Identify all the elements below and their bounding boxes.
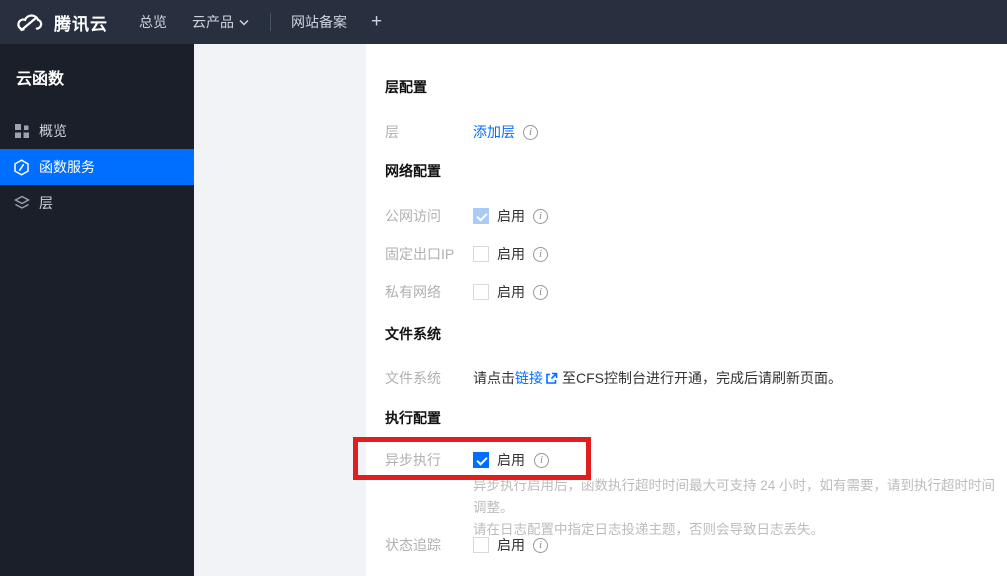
sidebar-menu: 概览 函数服务 层 (0, 113, 194, 221)
info-icon[interactable] (533, 537, 548, 553)
layer-label: 层 (385, 124, 399, 140)
tencent-cloud-console: 腾讯云 总览 云产品 网站备案 + 云函数 概览 函数服务 层 层配置 层 添加… (0, 0, 1007, 576)
settings-form: 层配置 层 添加层 网络配置 公网访问 启用 固定出口IP 启用 私有网络 启用… (366, 44, 1007, 576)
hint-line-2: 请在日志配置中指定日志投递主题，否则会导致日志丢失。 (473, 522, 824, 537)
tencent-cloud-logo-icon (14, 11, 46, 33)
sidebar-item-label: 层 (39, 195, 53, 211)
enable-label: 启用 (497, 452, 525, 468)
sidebar-item-label: 概览 (39, 123, 67, 139)
async-execution-hint: 异步执行启用后，函数执行超时时间最大可支持 24 小时，如有需要，请到执行超时时… (473, 475, 1003, 541)
enable-label: 启用 (497, 208, 525, 224)
nav-divider (270, 13, 271, 31)
function-hexagon-icon (13, 158, 30, 176)
file-system-row: 文件系统 请点击 链接 至CFS控制台进行开通，完成后请刷新页面。 (385, 366, 842, 390)
sidebar-title: 云函数 (16, 71, 65, 88)
status-tracking-label: 状态追踪 (385, 537, 441, 553)
async-execution-label: 异步执行 (385, 452, 441, 468)
add-tab-button[interactable]: + (371, 11, 382, 33)
info-icon[interactable] (533, 284, 548, 300)
section-title-layer-config: 层配置 (385, 79, 427, 95)
nav-item-icp-filing[interactable]: 网站备案 (291, 12, 347, 32)
sidebar-item-overview[interactable]: 概览 (0, 113, 194, 149)
instruction-text-before: 请点击 (473, 370, 515, 386)
section-title-network-config: 网络配置 (385, 163, 441, 179)
async-execution-row: 异步执行 启用 (385, 448, 549, 472)
status-tracking-row: 状态追踪 启用 (385, 533, 548, 557)
navbar-menu: 总览 云产品 网站备案 + (108, 11, 382, 33)
info-icon[interactable] (533, 246, 548, 262)
sidebar-item-function-service[interactable]: 函数服务 (0, 149, 194, 185)
fixed-outbound-ip-label: 固定出口IP (385, 246, 455, 262)
cfs-console-link[interactable]: 链接 (515, 368, 543, 388)
section-title-file-system: 文件系统 (385, 326, 441, 342)
public-access-label: 公网访问 (385, 208, 441, 224)
enable-label: 启用 (497, 537, 525, 553)
private-network-row: 私有网络 启用 (385, 280, 548, 304)
public-access-row: 公网访问 启用 (385, 204, 548, 228)
section-title-execution-config: 执行配置 (385, 410, 441, 426)
brand[interactable]: 腾讯云 (14, 10, 108, 35)
nav-item-cloud-products-label: 云产品 (192, 14, 234, 30)
hint-line-1: 异步执行启用后，函数执行超时时间最大可支持 24 小时，如有需要，请到执行超时时… (473, 478, 996, 515)
fixed-outbound-ip-row: 固定出口IP 启用 (385, 242, 548, 266)
sidebar-item-label: 函数服务 (39, 159, 95, 175)
async-execution-checkbox[interactable] (473, 452, 489, 468)
file-system-label: 文件系统 (385, 370, 441, 386)
layers-icon (13, 195, 30, 212)
chevron-down-icon (239, 19, 249, 26)
private-network-checkbox[interactable] (473, 284, 489, 300)
sidebar-item-layers[interactable]: 层 (0, 185, 194, 221)
layer-row: 层 添加层 (385, 120, 538, 144)
sidebar: 云函数 概览 函数服务 层 (0, 44, 194, 576)
nav-item-cloud-products[interactable]: 云产品 (192, 12, 249, 32)
top-navbar: 腾讯云 总览 云产品 网站备案 + (0, 0, 1007, 44)
info-icon[interactable] (523, 124, 538, 140)
private-network-label: 私有网络 (385, 284, 441, 300)
nav-item-overview[interactable]: 总览 (139, 12, 167, 32)
info-icon[interactable] (534, 452, 549, 468)
add-layer-link[interactable]: 添加层 (473, 122, 515, 142)
public-access-checkbox[interactable] (473, 208, 489, 224)
info-icon[interactable] (533, 208, 548, 224)
instruction-text-after: 至CFS控制台进行开通，完成后请刷新页面。 (562, 370, 842, 386)
fixed-outbound-ip-checkbox[interactable] (473, 246, 489, 262)
grid-icon (13, 123, 30, 140)
file-system-instruction: 请点击 链接 至CFS控制台进行开通，完成后请刷新页面。 (473, 368, 842, 388)
external-link-icon[interactable] (545, 372, 558, 385)
enable-label: 启用 (497, 246, 525, 262)
enable-label: 启用 (497, 284, 525, 300)
brand-name: 腾讯云 (54, 14, 108, 34)
status-tracking-checkbox[interactable] (473, 537, 489, 553)
secondary-panel (194, 44, 366, 576)
